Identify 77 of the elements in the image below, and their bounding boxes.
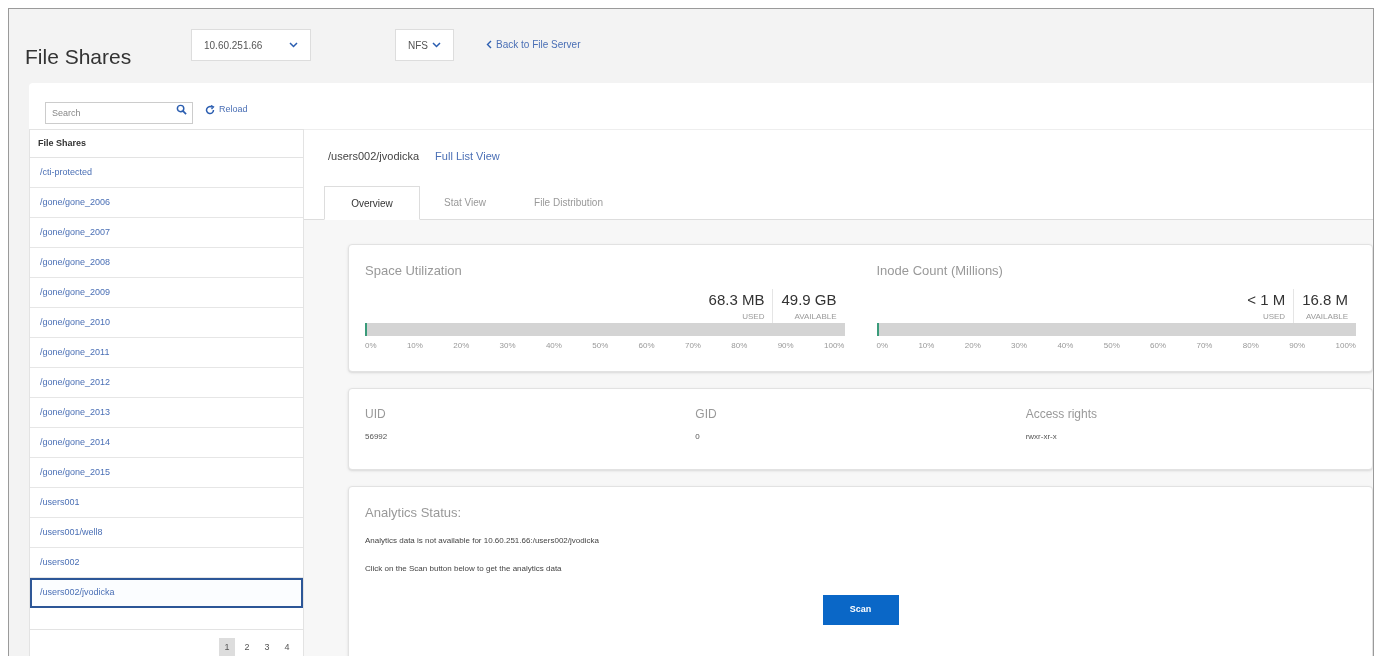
tick-label: 10% (406, 340, 423, 352)
search-field[interactable]: Search (45, 102, 193, 124)
tick-label: 70% (684, 340, 701, 352)
chevron-down-icon (289, 42, 298, 48)
tick-label: 80% (1242, 340, 1259, 352)
chevron-down-icon (432, 42, 441, 48)
meter-caption: AVAILABLE (794, 311, 837, 323)
file-share-item[interactable]: /gone/gone_2015 (30, 458, 303, 488)
search-icon (176, 104, 187, 115)
analytics-hint: Click on the Scan button below to get the analytics data (365, 562, 563, 575)
tab[interactable]: File Distribution (510, 185, 627, 219)
file-share-item[interactable]: /gone/gone_2011 (30, 338, 303, 368)
property-label: UID (365, 406, 387, 423)
page-button[interactable]: 4 (279, 638, 295, 656)
tick-label: 80% (731, 340, 748, 352)
analytics-message: Analytics data is not available for 10.60.251.66:/users002/jvodicka (365, 534, 600, 547)
page-button[interactable]: 1 (219, 638, 235, 656)
server-dropdown[interactable]: 10.60.251.66 (191, 29, 311, 61)
tick-label: 10% (918, 340, 935, 352)
meter-value: 68.3 MB (708, 289, 765, 310)
file-share-item[interactable]: /gone/gone_2006 (30, 188, 303, 218)
property-label: Access rights (1025, 406, 1098, 423)
chevron-left-icon (486, 40, 492, 49)
file-share-item[interactable]: /users001 (30, 488, 303, 518)
file-share-item[interactable]: /cti-protected (30, 158, 303, 188)
reload-button[interactable]: Reload (205, 103, 248, 117)
meter-caption: USED (1262, 311, 1286, 323)
file-share-item[interactable]: /gone/gone_2013 (30, 398, 303, 428)
tick-label: 60% (638, 340, 655, 352)
property-value: 0 (695, 431, 701, 443)
tick-label: 40% (545, 340, 562, 352)
tick-label: 0% (365, 340, 377, 352)
tick-label: 40% (1057, 340, 1074, 352)
tick-label: 90% (777, 340, 794, 352)
protocol-dropdown[interactable]: NFS (395, 29, 454, 61)
page-button[interactable]: 2 (239, 638, 255, 656)
file-share-item[interactable]: /users001/well8 (30, 518, 303, 548)
tick-label: 50% (592, 340, 609, 352)
tick-label: 70% (1196, 340, 1213, 352)
list-heading: File Shares (30, 130, 303, 158)
scan-button[interactable]: Scan (822, 594, 899, 625)
file-share-item[interactable]: /gone/gone_2012 (30, 368, 303, 398)
file-share-item[interactable]: /gone/gone_2014 (30, 428, 303, 458)
meter-value: 16.8 M (1302, 289, 1348, 310)
file-share-item[interactable]: /gone/gone_2008 (30, 248, 303, 278)
tick-label: 90% (1289, 340, 1306, 352)
meter-title: Inode Count (Millions) (876, 262, 1004, 280)
tab[interactable]: Overview (324, 186, 420, 220)
tick-label: 20% (453, 340, 470, 352)
tick-label: 50% (1103, 340, 1120, 352)
meter-value: < 1 M (1247, 289, 1286, 310)
meter-caption: USED (742, 311, 765, 323)
property-label: GID (695, 406, 718, 423)
refresh-icon (205, 105, 215, 115)
property-value: rwxr-xr-x (1025, 431, 1058, 443)
tick-label: 60% (1150, 340, 1167, 352)
meter-value: 49.9 GB (781, 289, 837, 310)
back-link[interactable]: Back to File Server (486, 37, 581, 52)
file-share-item[interactable]: /gone/gone_2007 (30, 218, 303, 248)
share-path: /users002/jvodicka (328, 148, 420, 164)
file-share-item[interactable]: /gone/gone_2009 (30, 278, 303, 308)
meter-caption: AVAILABLE (1306, 311, 1348, 323)
tick-label: 20% (964, 340, 981, 352)
full-list-view-link[interactable]: Full List View (435, 147, 500, 165)
tick-label: 0% (876, 340, 889, 352)
page-button[interactable]: 3 (259, 638, 275, 656)
tick-label: 100% (824, 340, 845, 352)
property-value: 56992 (365, 431, 389, 443)
tick-label: 30% (499, 340, 516, 352)
tick-label: 30% (1011, 340, 1028, 352)
tab[interactable]: Stat View (420, 185, 511, 219)
tick-label: 100% (1335, 340, 1356, 352)
meter-title: Space Utilization (365, 262, 463, 280)
page-title: File Shares (25, 44, 133, 70)
file-share-item[interactable]: /gone/gone_2010 (30, 308, 303, 338)
file-share-item[interactable]: /users002/jvodicka (30, 578, 303, 608)
analytics-title: Analytics Status: (365, 504, 463, 522)
